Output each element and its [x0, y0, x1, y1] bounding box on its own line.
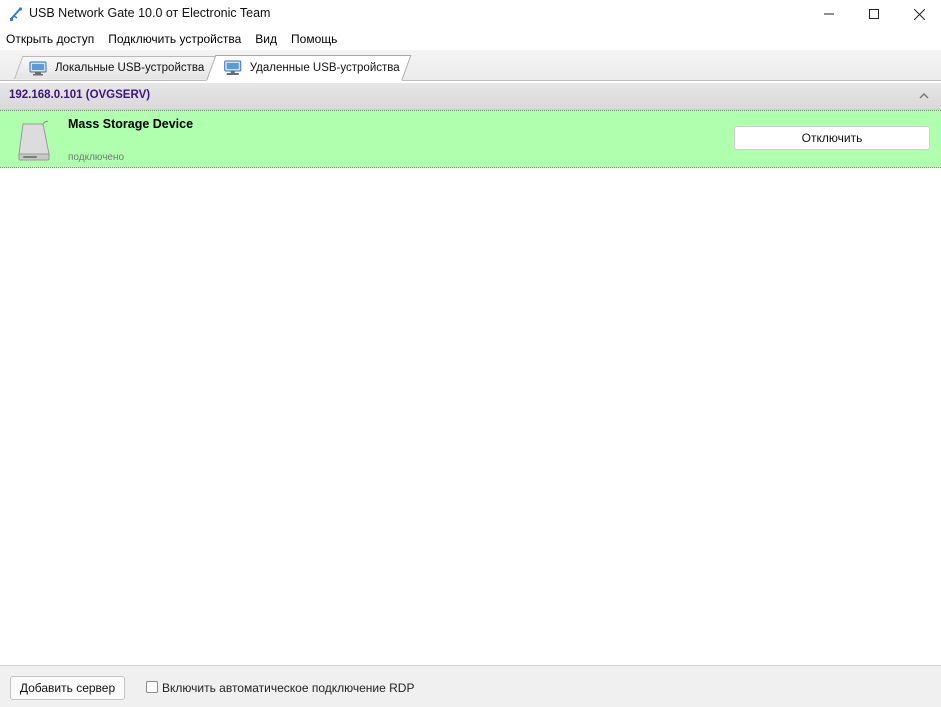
minimize-icon — [824, 13, 834, 15]
usb-app-icon — [10, 7, 23, 21]
window-title: USB Network Gate 10.0 от Electronic Team — [29, 6, 271, 20]
close-icon — [913, 8, 925, 20]
close-button[interactable] — [896, 0, 941, 28]
rdp-auto-connect-checkbox[interactable] — [146, 681, 158, 693]
hard-drive-icon — [18, 120, 50, 161]
chevron-up-icon[interactable] — [918, 91, 930, 101]
device-status: подключено — [68, 152, 125, 163]
rdp-auto-connect-label[interactable]: Включить автоматическое подключение RDP — [162, 681, 414, 695]
maximize-button[interactable] — [851, 0, 897, 28]
tab-local-label: Локальные USB-устройства — [55, 62, 205, 74]
tab-local-usb[interactable]: Локальные USB-устройства — [14, 56, 219, 79]
tab-bar: Локальные USB-устройства Удаленные USB-у… — [0, 50, 941, 81]
menu-bar: Открыть доступ Подключить устройства Вид… — [0, 28, 941, 50]
tab-remote-label: Удаленные USB-устройства — [249, 62, 400, 74]
maximize-icon — [869, 9, 879, 19]
menu-help[interactable]: Помощь — [284, 28, 344, 50]
device-row[interactable]: Mass Storage Device подключено Отключить — [0, 110, 941, 168]
network-computer-icon — [224, 60, 242, 75]
title-bar: USB Network Gate 10.0 от Electronic Team — [0, 0, 941, 28]
server-group-header[interactable]: 192.168.0.101 (OVGSERV) — [0, 83, 941, 110]
tab-remote-usb[interactable]: Удаленные USB-устройства — [206, 55, 412, 81]
menu-connect-devices[interactable]: Подключить устройства — [101, 28, 248, 50]
computer-icon — [29, 61, 47, 76]
bottom-bar: Добавить сервер Включить автоматическое … — [0, 665, 941, 707]
server-name: 192.168.0.101 (OVGSERV) — [9, 89, 151, 101]
disconnect-button[interactable]: Отключить — [734, 126, 930, 150]
minimize-button[interactable] — [806, 0, 852, 28]
menu-view[interactable]: Вид — [248, 28, 284, 50]
device-name: Mass Storage Device — [68, 117, 194, 131]
add-server-button[interactable]: Добавить сервер — [10, 676, 125, 700]
menu-share[interactable]: Открыть доступ — [0, 28, 101, 50]
